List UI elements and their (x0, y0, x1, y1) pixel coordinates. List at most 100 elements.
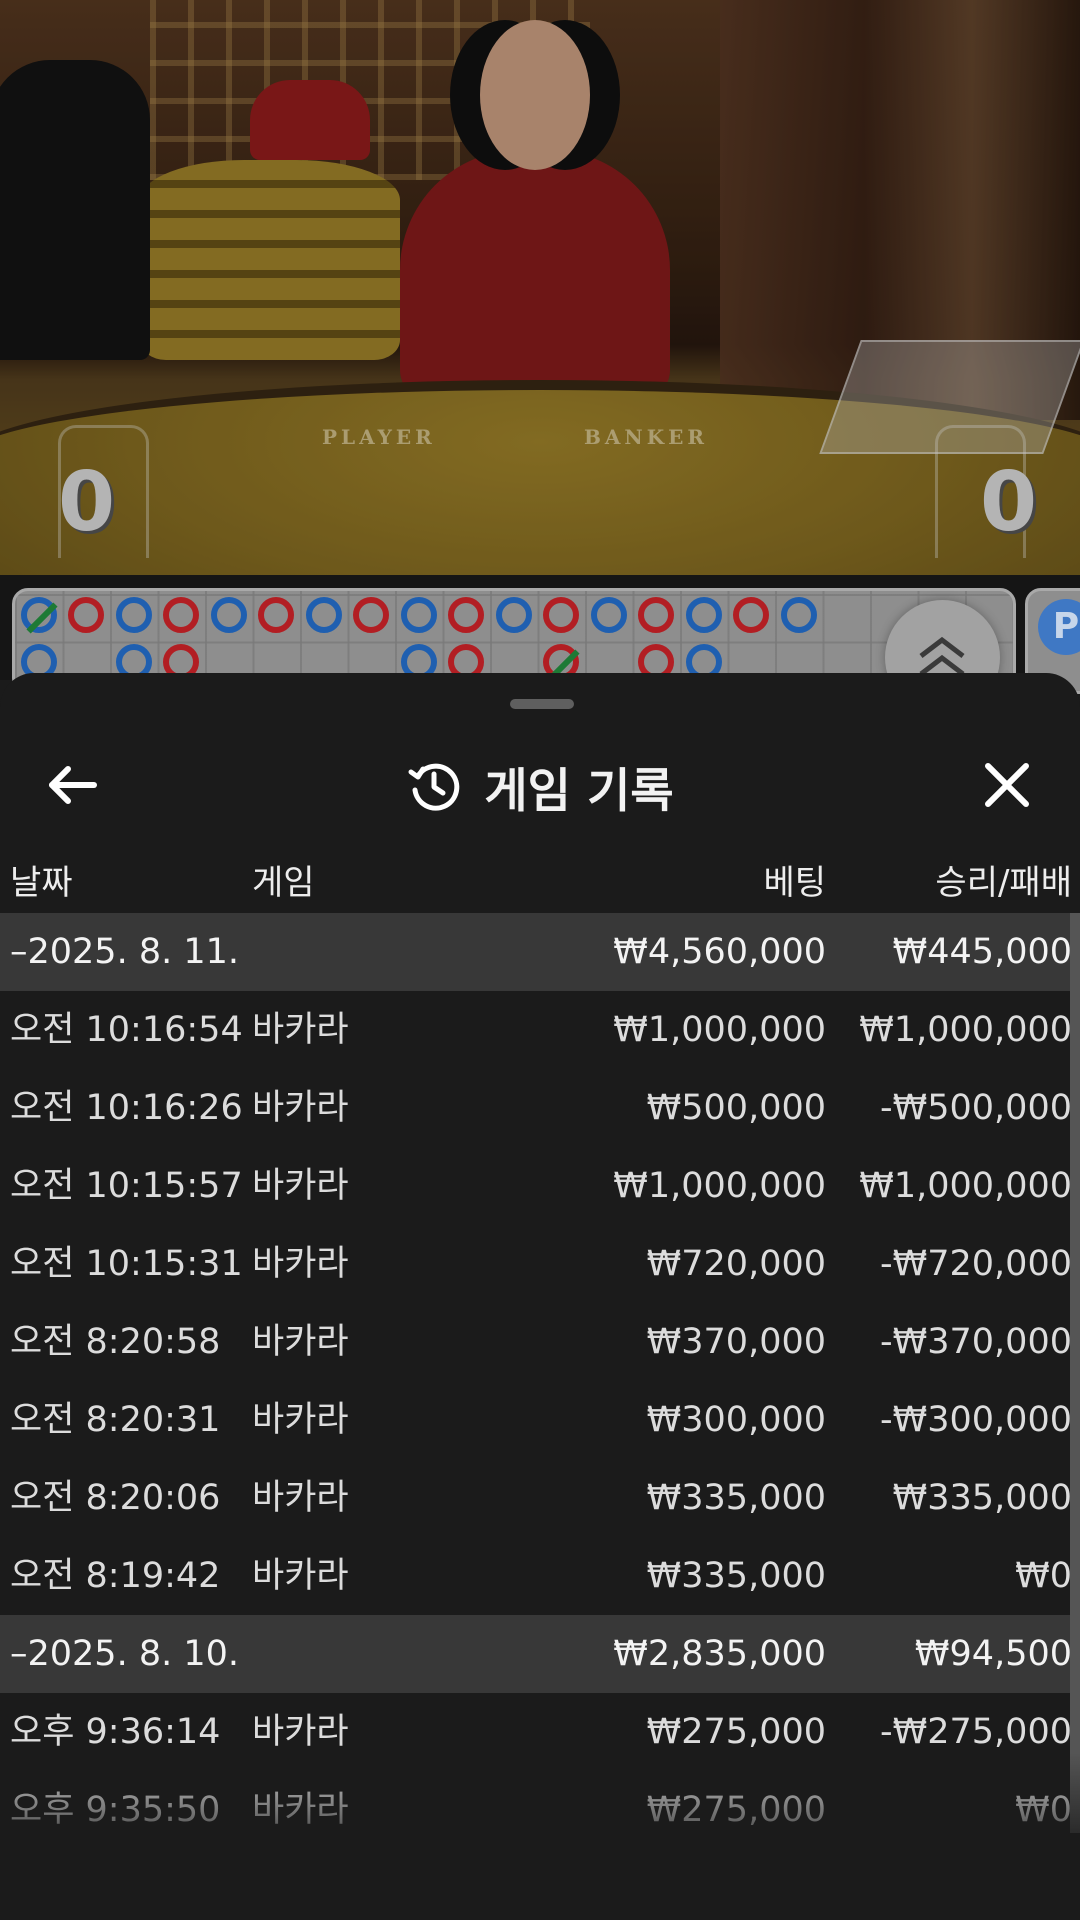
table-row[interactable]: 오전 8:20:06 바카라 ₩335,000 ₩335,000 (0, 1459, 1080, 1537)
row-result: ₩1,000,000 (859, 1166, 1072, 1206)
row-bet: ₩300,000 (646, 1400, 826, 1440)
row-game: 바카라 (252, 1166, 349, 1206)
row-time: 오전 10:15:57 (10, 1166, 243, 1206)
bead-player (781, 597, 817, 633)
row-time: 오전 8:20:06 (10, 1478, 221, 1518)
row-bet: ₩275,000 (646, 1712, 826, 1752)
column-header-game: 게임 (252, 863, 315, 903)
row-game: 바카라 (252, 1088, 349, 1128)
player-prediction-badge: P (1038, 599, 1080, 655)
row-result: -₩720,000 (880, 1244, 1072, 1284)
group-bet-total: ₩4,560,000 (613, 932, 826, 972)
row-result: ₩0 (1015, 1790, 1072, 1830)
history-table[interactable]: –2025. 8. 11. ₩4,560,000 ₩445,000 오전 10:… (0, 913, 1080, 1849)
row-game: 바카라 (252, 1400, 349, 1440)
row-bet: ₩720,000 (646, 1244, 826, 1284)
bead-player (496, 597, 532, 633)
dealer-head (480, 20, 590, 170)
row-time: 오전 8:20:58 (10, 1322, 221, 1362)
bead-player (116, 597, 152, 633)
column-header-date: 날짜 (10, 863, 73, 903)
row-game: 바카라 (252, 1790, 349, 1830)
table-row[interactable]: 오전 8:20:58 바카라 ₩370,000 -₩370,000 (0, 1303, 1080, 1381)
bead-banker (733, 597, 769, 633)
row-time: 오전 10:16:26 (10, 1088, 243, 1128)
history-icon (408, 763, 460, 811)
table-row[interactable]: 오전 8:20:31 바카라 ₩300,000 -₩300,000 (0, 1381, 1080, 1459)
table-row[interactable]: 오전 10:15:31 바카라 ₩720,000 -₩720,000 (0, 1225, 1080, 1303)
felt-label-banker: BANKER (584, 425, 708, 449)
bead-banker (448, 597, 484, 633)
banker-score: 0 (980, 455, 1038, 550)
table-scrollbar[interactable] (1070, 913, 1080, 1833)
row-result: ₩335,000 (892, 1478, 1072, 1518)
bead-player (211, 597, 247, 633)
row-time: 오전 8:20:31 (10, 1400, 221, 1440)
column-header-result: 승리/패배 (935, 863, 1072, 903)
row-game: 바카라 (252, 1244, 349, 1284)
group-date: –2025. 8. 10. (10, 1634, 240, 1674)
group-date: –2025. 8. 11. (10, 932, 240, 972)
row-time: 오전 10:16:54 (10, 1010, 243, 1050)
tie-mark (26, 602, 58, 634)
player-score: 0 (58, 455, 116, 550)
group-result-total: ₩94,500 (914, 1634, 1072, 1674)
row-result: -₩275,000 (880, 1712, 1072, 1752)
bead-player (686, 597, 722, 633)
row-bet: ₩335,000 (646, 1556, 826, 1596)
table-row[interactable]: 오후 9:36:14 바카라 ₩275,000 -₩275,000 (0, 1693, 1080, 1771)
bead-player (306, 597, 342, 633)
felt-label-player: PLAYER (322, 425, 436, 449)
close-button[interactable] (980, 758, 1034, 812)
table-row[interactable]: 오전 10:15:57 바카라 ₩1,000,000 ₩1,000,000 (0, 1147, 1080, 1225)
table-row[interactable]: 오전 10:16:26 바카라 ₩500,000 -₩500,000 (0, 1069, 1080, 1147)
row-game: 바카라 (252, 1322, 349, 1362)
table-row[interactable]: 오후 9:35:50 바카라 ₩275,000 ₩0 (0, 1771, 1080, 1849)
bead-banker (353, 597, 389, 633)
column-header-bet: 베팅 (763, 863, 826, 903)
drag-handle[interactable] (510, 699, 574, 709)
row-result: ₩1,000,000 (859, 1010, 1072, 1050)
bead-banker (163, 597, 199, 633)
bead-player (401, 597, 437, 633)
group-result-total: ₩445,000 (892, 932, 1072, 972)
row-bet: ₩370,000 (646, 1322, 826, 1362)
row-bet: ₩500,000 (646, 1088, 826, 1128)
side-dealer (0, 60, 150, 360)
close-icon (985, 763, 1029, 807)
row-game: 바카라 (252, 1010, 349, 1050)
row-time: 오후 9:36:14 (10, 1712, 221, 1752)
background-table (140, 160, 400, 360)
row-bet: ₩1,000,000 (613, 1010, 826, 1050)
bead-banker (638, 597, 674, 633)
row-bet: ₩275,000 (646, 1790, 826, 1830)
row-bet: ₩335,000 (646, 1478, 826, 1518)
bead-player-tie (21, 597, 58, 634)
game-history-sheet: 게임 기록 날짜 게임 베팅 승리/패배 –2025. 8. 11. ₩4,56… (0, 673, 1080, 1920)
sheet-title-group: 게임 기록 (0, 751, 1080, 821)
row-time: 오후 9:35:50 (10, 1790, 221, 1830)
sheet-header: 게임 기록 (0, 723, 1080, 843)
date-group-row[interactable]: –2025. 8. 11. ₩4,560,000 ₩445,000 (0, 913, 1080, 991)
date-group-row[interactable]: –2025. 8. 10. ₩2,835,000 ₩94,500 (0, 1615, 1080, 1693)
row-result: -₩370,000 (880, 1322, 1072, 1362)
row-result: -₩500,000 (880, 1088, 1072, 1128)
group-bet-total: ₩2,835,000 (613, 1634, 826, 1674)
bead-banker (258, 597, 294, 633)
row-game: 바카라 (252, 1556, 349, 1596)
row-game: 바카라 (252, 1478, 349, 1518)
row-time: 오전 8:19:42 (10, 1556, 221, 1596)
row-time: 오전 10:15:31 (10, 1244, 243, 1284)
row-result: ₩0 (1015, 1556, 1072, 1596)
row-result: -₩300,000 (880, 1400, 1072, 1440)
dealer (400, 150, 670, 400)
table-row[interactable]: 오전 8:19:42 바카라 ₩335,000 ₩0 (0, 1537, 1080, 1615)
bead-player (591, 597, 627, 633)
row-game: 바카라 (252, 1712, 349, 1752)
live-video-feed: PLAYER BANKER 0 0 (0, 0, 1080, 575)
bead-banker (543, 597, 579, 633)
sheet-title: 게임 기록 (484, 763, 674, 819)
table-row[interactable]: 오전 10:16:54 바카라 ₩1,000,000 ₩1,000,000 (0, 991, 1080, 1069)
row-bet: ₩1,000,000 (613, 1166, 826, 1206)
bead-banker (68, 597, 104, 633)
